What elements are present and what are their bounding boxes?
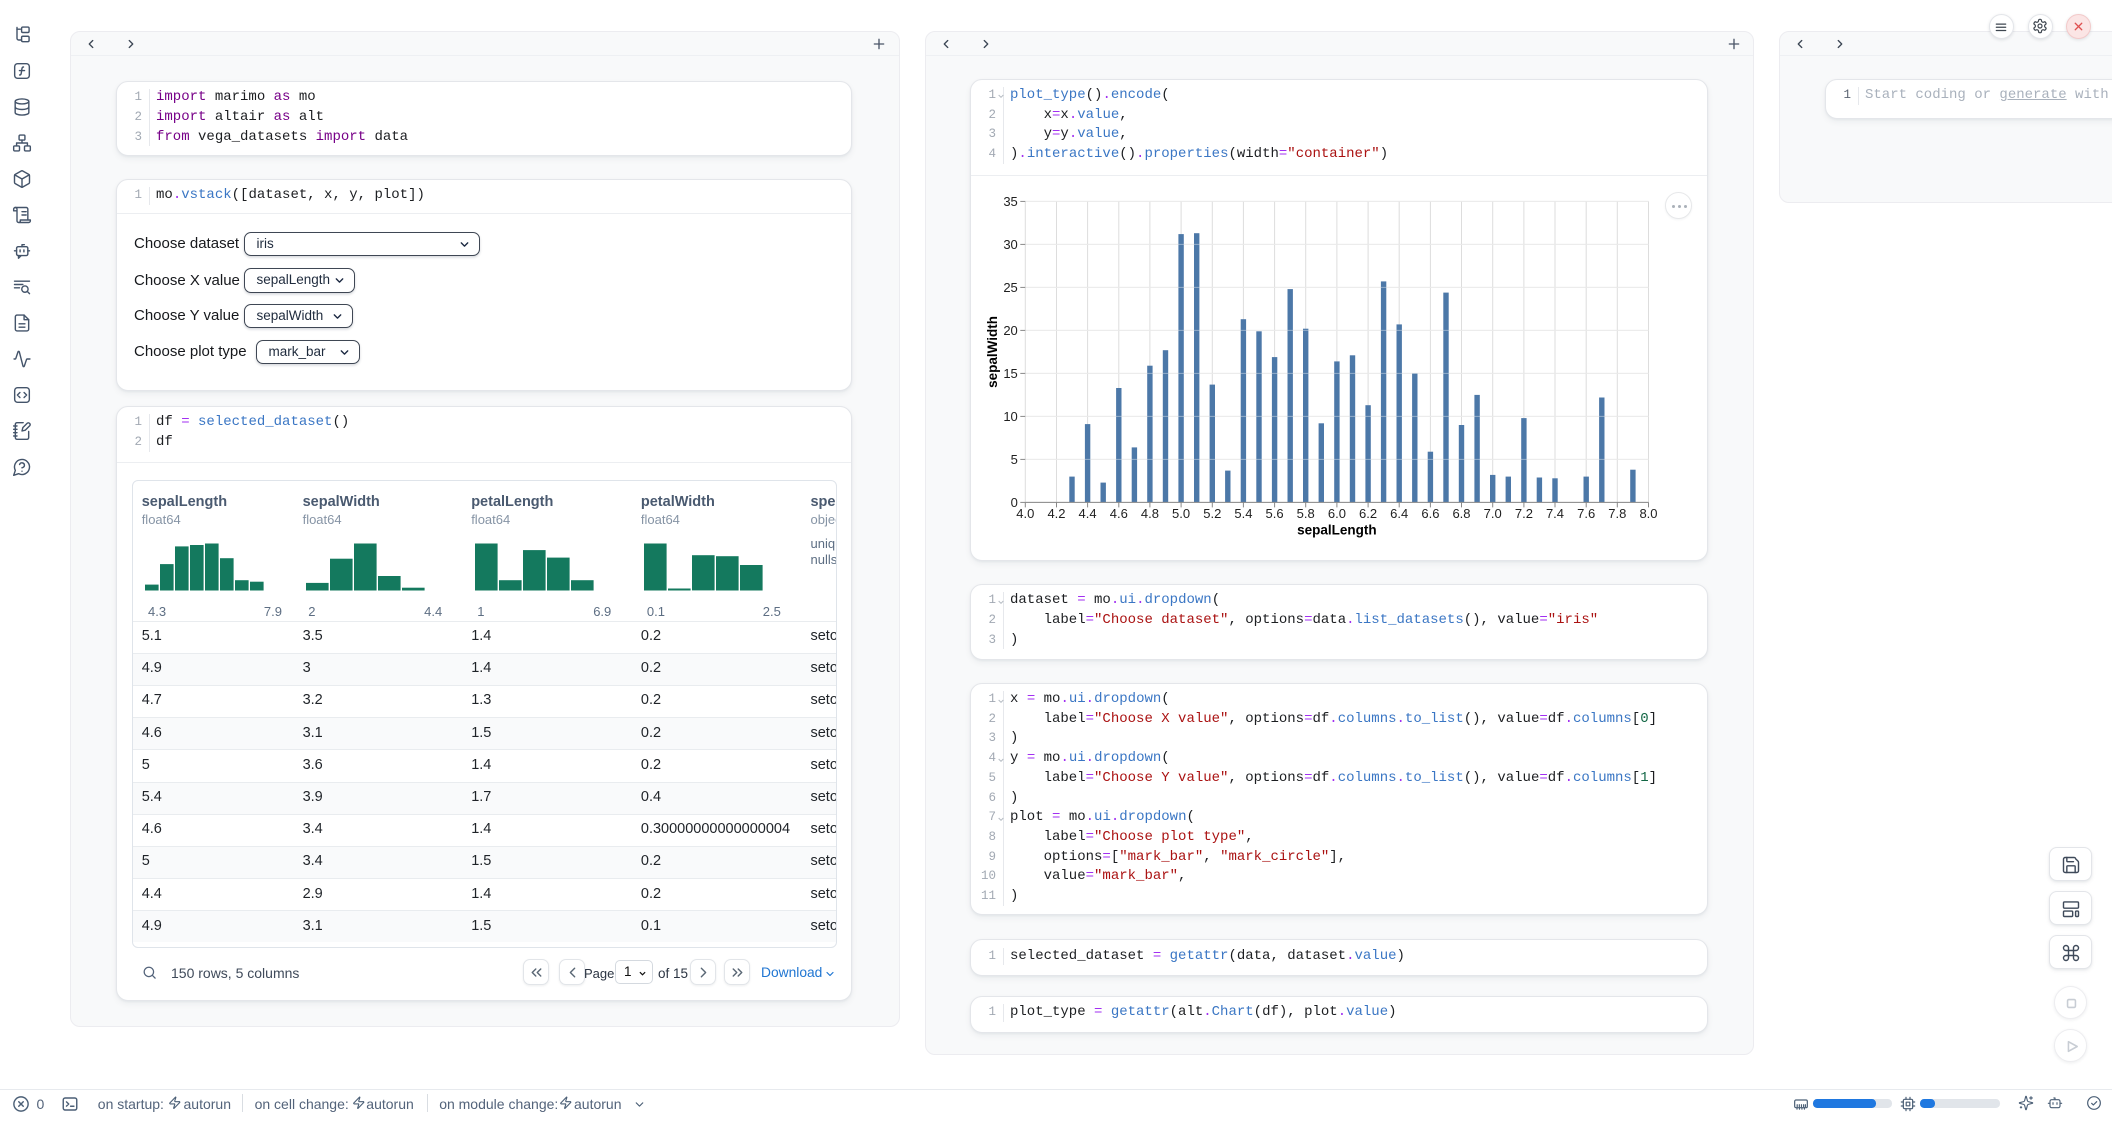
svg-text:6.6: 6.6 <box>1421 506 1439 521</box>
svg-text:5.8: 5.8 <box>1297 506 1315 521</box>
svg-text:sepalLength: sepalLength <box>1297 522 1377 537</box>
svg-text:15: 15 <box>1003 366 1017 381</box>
svg-text:4.8: 4.8 <box>1141 506 1159 521</box>
svg-text:0: 0 <box>1011 495 1018 510</box>
svg-text:5.2: 5.2 <box>1203 506 1221 521</box>
svg-text:20: 20 <box>1003 323 1017 338</box>
svg-text:sepalWidth: sepalWidth <box>985 316 1000 388</box>
svg-text:4.0: 4.0 <box>1016 506 1034 521</box>
svg-text:10: 10 <box>1003 409 1017 424</box>
svg-text:4.4: 4.4 <box>1079 506 1097 521</box>
svg-text:6.2: 6.2 <box>1359 506 1377 521</box>
svg-text:4.2: 4.2 <box>1047 506 1065 521</box>
svg-text:8.0: 8.0 <box>1639 506 1657 521</box>
svg-text:5.4: 5.4 <box>1234 506 1252 521</box>
svg-text:7.6: 7.6 <box>1577 506 1595 521</box>
svg-text:6.8: 6.8 <box>1452 506 1470 521</box>
svg-text:5.0: 5.0 <box>1172 506 1190 521</box>
svg-text:7.0: 7.0 <box>1484 506 1502 521</box>
svg-text:7.2: 7.2 <box>1515 506 1533 521</box>
svg-text:7.4: 7.4 <box>1546 506 1564 521</box>
svg-text:4.6: 4.6 <box>1110 506 1128 521</box>
svg-text:25: 25 <box>1003 280 1017 295</box>
svg-text:35: 35 <box>1003 194 1017 209</box>
svg-text:5: 5 <box>1011 452 1018 467</box>
svg-text:6.0: 6.0 <box>1328 506 1346 521</box>
svg-text:5.6: 5.6 <box>1266 506 1284 521</box>
svg-text:30: 30 <box>1003 237 1017 252</box>
svg-text:7.8: 7.8 <box>1608 506 1626 521</box>
svg-text:6.4: 6.4 <box>1390 506 1408 521</box>
